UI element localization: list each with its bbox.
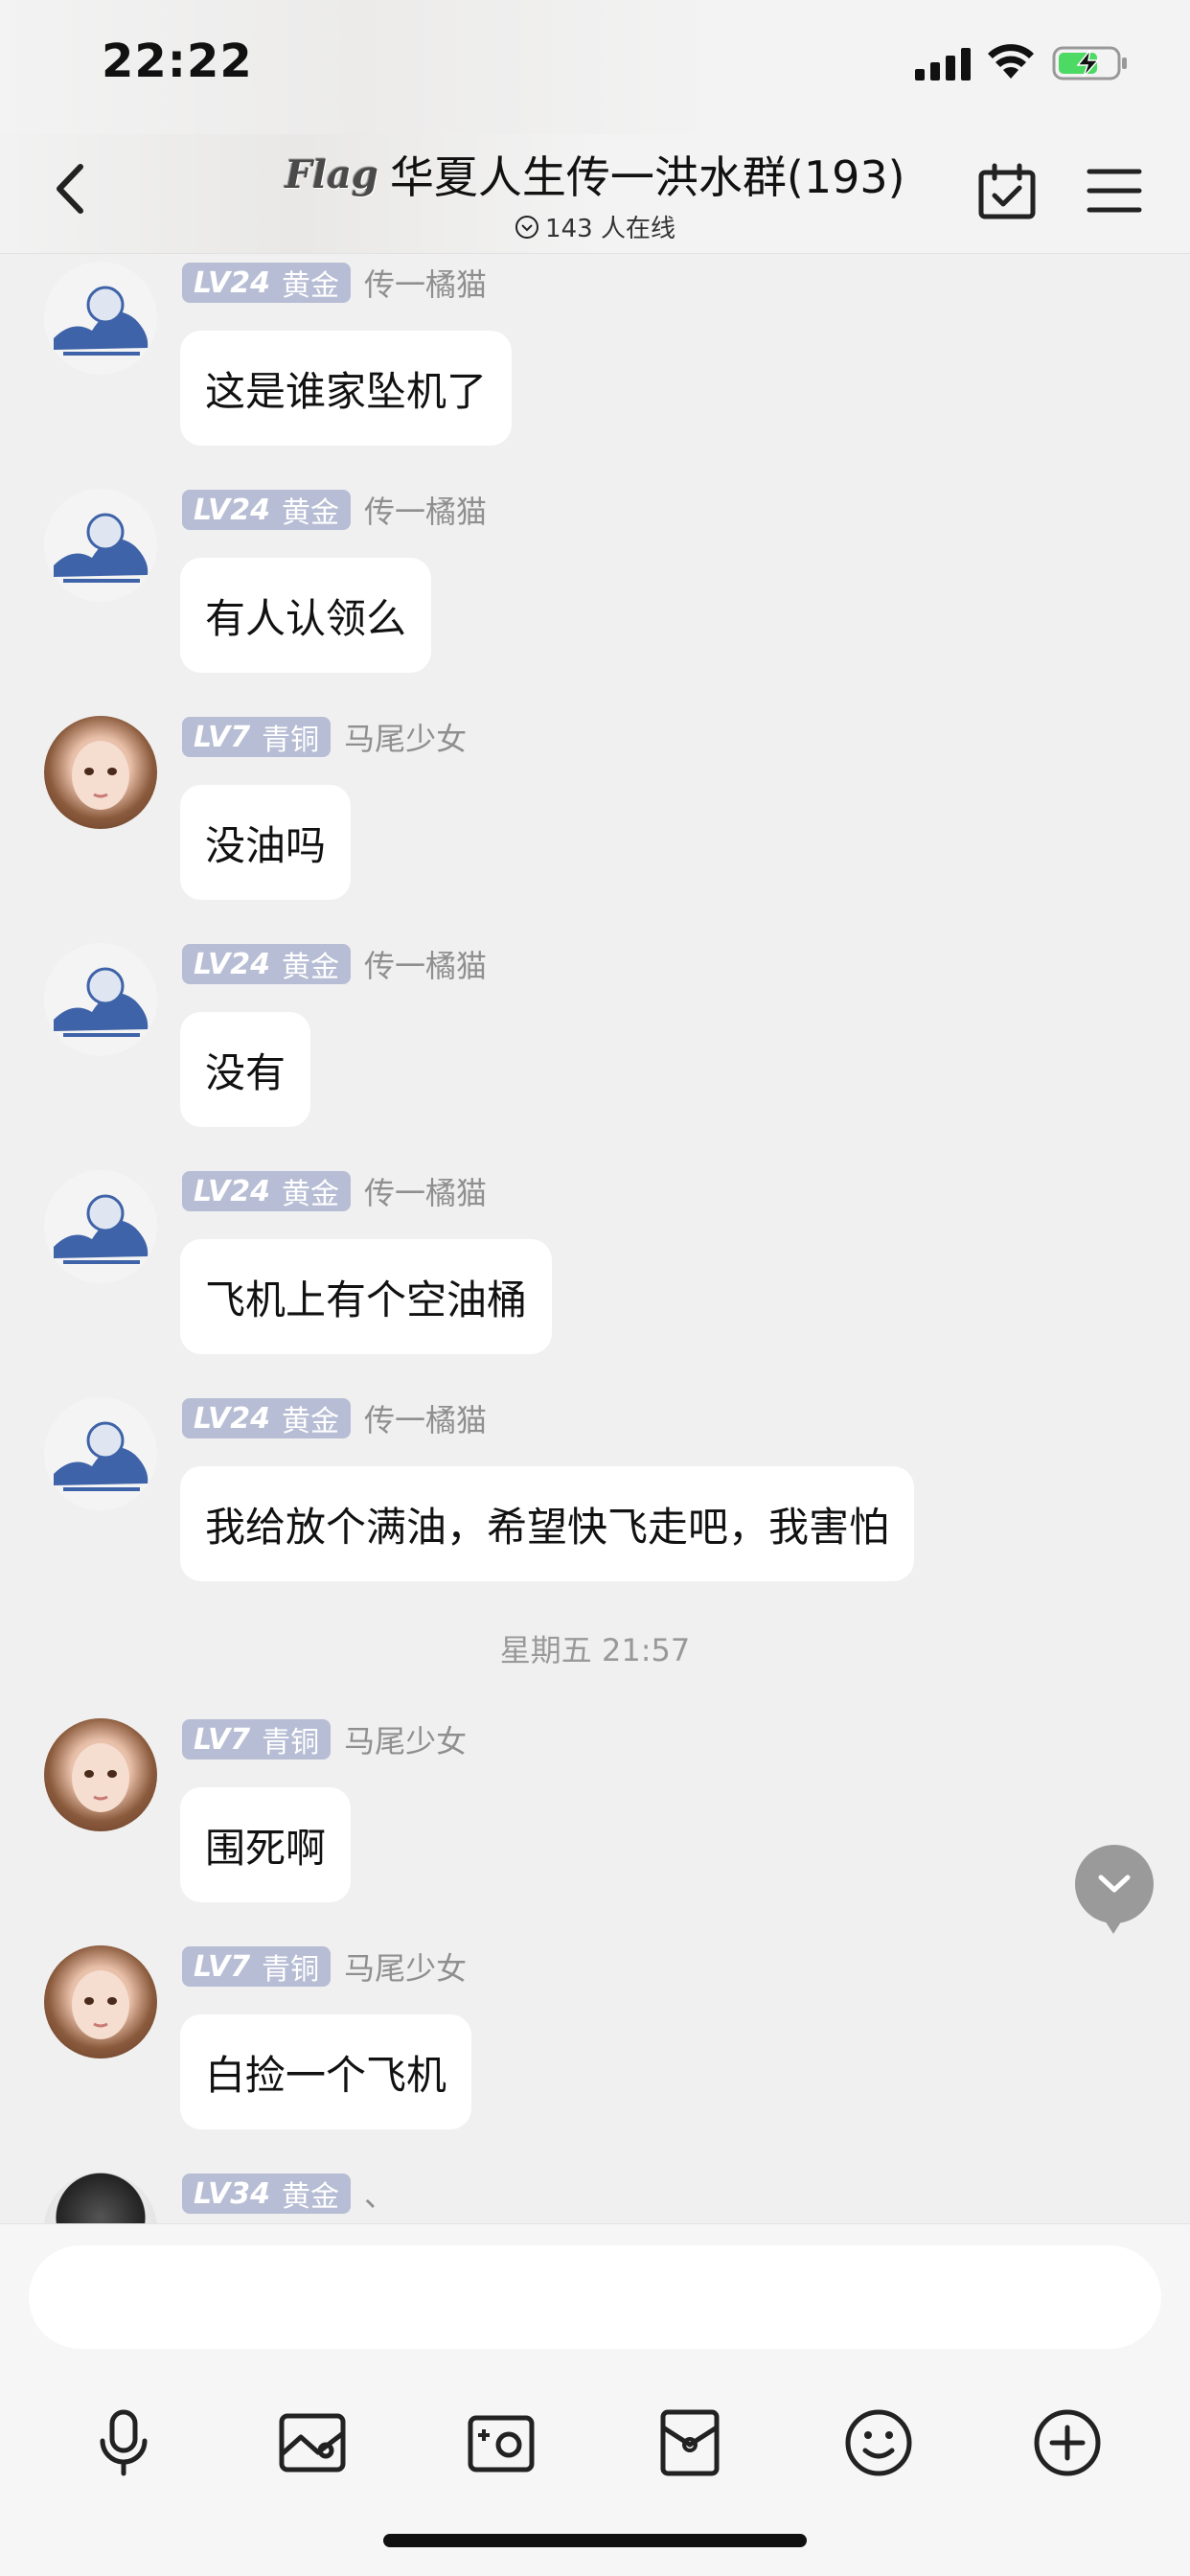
chat-header: Flag 华夏人生传一洪水群(193) 143 人在线 bbox=[0, 134, 1190, 254]
level-badge: LV24 黄金 bbox=[182, 1171, 351, 1211]
message-bubble[interactable]: 飞机上有个空油桶 bbox=[180, 1239, 553, 1354]
message-item: LV7 青铜 马尾少女 白捡一个飞机 bbox=[0, 1945, 1190, 2137]
home-indicator bbox=[383, 2534, 807, 2547]
message-item: LV24 黄金 传一橘猫 没有 bbox=[0, 943, 1190, 1135]
level-badge: LV34 黄金 bbox=[182, 2174, 351, 2214]
level-badge: LV24 黄金 bbox=[182, 1398, 351, 1438]
message-meta: LV24 黄金 传一橘猫 bbox=[182, 489, 487, 531]
sender-name[interactable]: 传一橘猫 bbox=[364, 261, 487, 305]
message-meta: LV24 黄金 传一橘猫 bbox=[182, 1397, 487, 1439]
message-meta: LV7 青铜 马尾少女 bbox=[182, 1945, 467, 1988]
group-title: 华夏人生传一洪水群(193) bbox=[389, 151, 905, 203]
scroll-to-bottom-button[interactable] bbox=[1075, 1845, 1154, 1923]
camera-icon[interactable] bbox=[465, 2406, 538, 2479]
sender-name[interactable]: 马尾少女 bbox=[344, 715, 467, 759]
sender-name[interactable]: 传一橘猫 bbox=[364, 1169, 487, 1213]
message-meta: LV24 黄金 传一橘猫 bbox=[182, 1170, 487, 1212]
message-item: LV24 黄金 传一橘猫 飞机上有个空油桶 bbox=[0, 1170, 1190, 1362]
message-bubble[interactable]: 有人认领么 bbox=[180, 558, 432, 673]
cat-avatar[interactable] bbox=[44, 1397, 157, 1510]
status-time: 22:22 bbox=[102, 34, 253, 88]
message-bubble[interactable]: 白捡一个飞机 bbox=[180, 2014, 472, 2129]
sender-name[interactable]: 马尾少女 bbox=[344, 1717, 467, 1761]
group-logo: Flag bbox=[285, 151, 378, 197]
message-bubble[interactable]: 围死啊 bbox=[180, 1787, 352, 1902]
message-item: LV7 青铜 马尾少女 没油吗 bbox=[0, 716, 1190, 908]
dark-avatar[interactable] bbox=[44, 2173, 157, 2223]
level-badge: LV24 黄金 bbox=[182, 944, 351, 984]
sender-name[interactable]: 马尾少女 bbox=[344, 1944, 467, 1989]
level-badge: LV24 黄金 bbox=[182, 490, 351, 530]
wifi-icon bbox=[988, 44, 1034, 79]
cat-avatar[interactable] bbox=[44, 489, 157, 602]
message-item: LV34 黄金 、 bbox=[0, 2173, 1190, 2223]
message-input[interactable] bbox=[29, 2245, 1161, 2349]
red-packet-icon[interactable] bbox=[653, 2406, 726, 2479]
time-divider: 星期五 21:57 bbox=[499, 1632, 691, 1668]
input-area bbox=[0, 2223, 1190, 2576]
message-item: LV24 黄金 传一橘猫 有人认领么 bbox=[0, 489, 1190, 680]
menu-icon[interactable] bbox=[1087, 167, 1142, 215]
girl-avatar[interactable] bbox=[44, 716, 157, 829]
message-meta: LV34 黄金 、 bbox=[182, 2173, 395, 2215]
girl-avatar[interactable] bbox=[44, 1945, 157, 2058]
message-item: LV24 黄金 传一橘猫 这是谁家坠机了 bbox=[0, 262, 1190, 453]
image-icon[interactable] bbox=[276, 2406, 349, 2479]
sender-name[interactable]: 传一橘猫 bbox=[364, 942, 487, 986]
cat-avatar[interactable] bbox=[44, 262, 157, 375]
status-bar: 22:22 bbox=[0, 0, 1190, 134]
message-bubble[interactable]: 我给放个满油，希望快飞走吧，我害怕 bbox=[180, 1466, 915, 1581]
plus-icon[interactable] bbox=[1031, 2406, 1104, 2479]
level-badge: LV7 青铜 bbox=[182, 1946, 332, 1987]
message-bubble[interactable]: 没有 bbox=[180, 1012, 311, 1127]
message-bubble[interactable]: 没油吗 bbox=[180, 785, 352, 900]
emoji-icon[interactable] bbox=[842, 2406, 915, 2479]
sender-name[interactable]: 传一橘猫 bbox=[364, 1396, 487, 1440]
message-list[interactable]: LV24 黄金 传一橘猫 这是谁家坠机了 LV24 黄金 传一橘猫 有人认领么 LV… bbox=[0, 254, 1190, 2223]
battery-charging-icon bbox=[1052, 46, 1127, 80]
scroll-button-tail bbox=[1100, 1913, 1127, 1934]
level-badge: LV7 青铜 bbox=[182, 1719, 332, 1760]
message-item: LV24 黄金 传一橘猫 我给放个满油，希望快飞走吧，我害怕 bbox=[0, 1397, 1190, 1589]
microphone-icon[interactable] bbox=[87, 2406, 160, 2479]
cat-avatar[interactable] bbox=[44, 1170, 157, 1283]
sender-name[interactable]: 、 bbox=[364, 2172, 395, 2216]
chevron-down-icon bbox=[1098, 1874, 1131, 1893]
message-meta: LV24 黄金 传一橘猫 bbox=[182, 262, 487, 304]
cat-avatar[interactable] bbox=[44, 943, 157, 1056]
message-meta: LV7 青铜 马尾少女 bbox=[182, 1718, 467, 1760]
cellular-signal-icon bbox=[915, 48, 971, 80]
level-badge: LV7 青铜 bbox=[182, 717, 332, 757]
calendar-check-icon[interactable] bbox=[977, 163, 1037, 220]
level-badge: LV24 黄金 bbox=[182, 263, 351, 303]
message-bubble[interactable]: 这是谁家坠机了 bbox=[180, 331, 513, 446]
chevron-circle-icon bbox=[515, 215, 539, 239]
message-item: LV7 青铜 马尾少女 围死啊 bbox=[0, 1718, 1190, 1910]
online-count: 143 人在线 bbox=[545, 215, 675, 243]
girl-avatar[interactable] bbox=[44, 1718, 157, 1831]
sender-name[interactable]: 传一橘猫 bbox=[364, 488, 487, 532]
message-meta: LV7 青铜 马尾少女 bbox=[182, 716, 467, 758]
message-meta: LV24 黄金 传一橘猫 bbox=[182, 943, 487, 985]
